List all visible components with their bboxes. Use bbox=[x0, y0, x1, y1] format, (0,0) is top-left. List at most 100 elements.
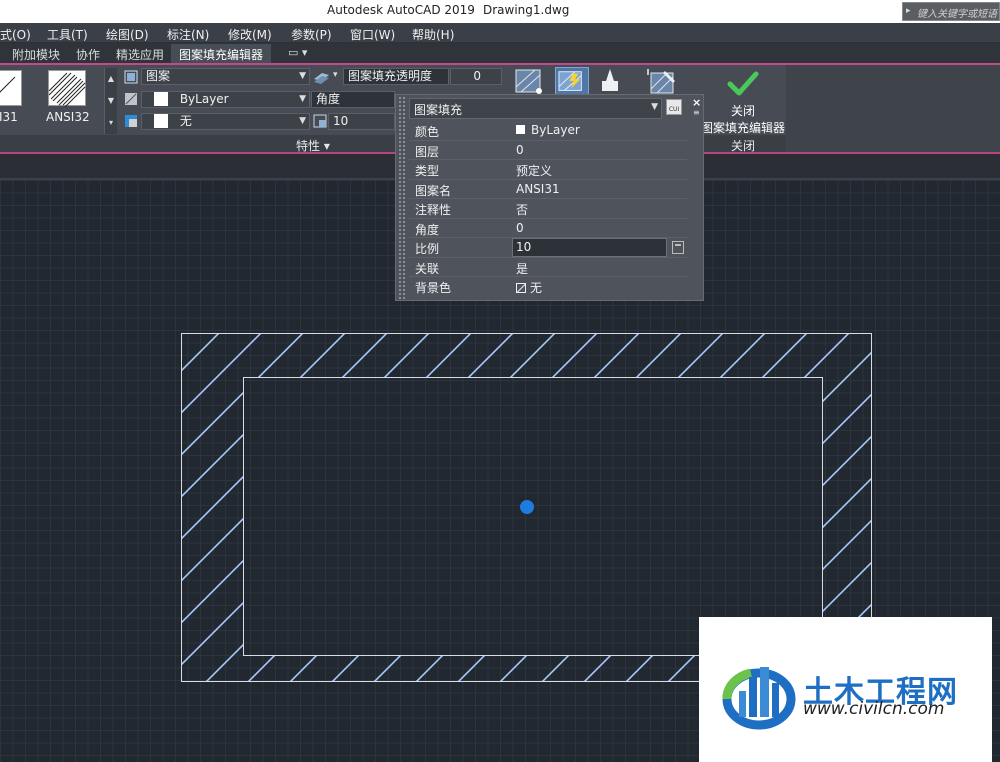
hatch-line bbox=[325, 333, 727, 682]
hatch-line bbox=[181, 333, 349, 682]
site-watermark: 土木工程网 www.civilcn.com bbox=[699, 617, 992, 762]
hatch-line bbox=[181, 333, 559, 682]
tab-addins[interactable]: 附加模块 bbox=[12, 46, 60, 63]
hatch-line bbox=[181, 333, 517, 682]
menu-tools[interactable]: 工具(T) bbox=[47, 26, 88, 43]
hatch-type-icon bbox=[124, 70, 138, 84]
property-row-associative[interactable]: 关联 是 bbox=[409, 258, 687, 277]
close-label: 关闭 bbox=[730, 104, 755, 118]
transparency-dropdown-icon[interactable]: ▾ bbox=[333, 70, 338, 80]
property-value: ANSI31 bbox=[516, 181, 560, 196]
scroll-down-icon[interactable]: ▼ bbox=[105, 90, 117, 112]
background-color-icon bbox=[125, 115, 137, 127]
tab-featured-apps[interactable]: 精选应用 bbox=[116, 46, 164, 63]
property-value: 10 bbox=[516, 240, 532, 254]
tab-collaborate[interactable]: 协作 bbox=[76, 46, 100, 63]
hatch-type-value: 图案 bbox=[146, 69, 171, 83]
property-row-annotative[interactable]: 注释性 否 bbox=[409, 199, 687, 219]
no-color-swatch-icon bbox=[154, 114, 168, 128]
scale-icon bbox=[313, 114, 327, 128]
hatch-line bbox=[283, 333, 685, 682]
calculator-icon[interactable] bbox=[672, 241, 684, 254]
pattern-ansi31-thumb[interactable] bbox=[0, 70, 22, 106]
object-type-select[interactable]: 图案填充 ▼ bbox=[409, 98, 662, 119]
ribbon-empty-area bbox=[786, 65, 1000, 153]
property-value: 0 bbox=[516, 220, 524, 235]
hatch-line bbox=[181, 333, 391, 682]
scale-value: 10 bbox=[333, 114, 349, 128]
hatch-line bbox=[181, 333, 265, 682]
menu-help[interactable]: 帮助(H) bbox=[412, 26, 454, 43]
hatch-grip-point[interactable] bbox=[520, 500, 534, 514]
close-hatch-editor-button[interactable]: 关闭 图案填充编辑器 bbox=[700, 66, 786, 136]
transparency-label-field[interactable]: 图案填充透明度 bbox=[343, 68, 449, 85]
tab-hatch-editor[interactable]: 图案填充编辑器 bbox=[171, 44, 272, 63]
inner-boundary[interactable] bbox=[243, 377, 823, 656]
menu-bar: 式(O) 工具(T) 绘图(D) 标注(N) 修改(M) 参数(P) 窗口(W)… bbox=[0, 23, 1000, 43]
property-value: 无 bbox=[530, 281, 543, 295]
hatch-line bbox=[181, 333, 433, 682]
search-placeholder: 键入关键字或短语 bbox=[917, 9, 997, 20]
property-key: 关联 bbox=[415, 261, 440, 276]
menu-parametric[interactable]: 参数(P) bbox=[291, 26, 332, 43]
property-key: 颜色 bbox=[415, 125, 440, 139]
expand-gallery-icon[interactable]: ▾ bbox=[105, 112, 117, 134]
panel-drag-handle[interactable] bbox=[398, 96, 406, 300]
property-row-color[interactable]: 颜色 ByLayer bbox=[409, 121, 687, 141]
title-bar: Autodesk AutoCAD 2019 Drawing1.dwg ▸ 键入关… bbox=[0, 0, 1000, 23]
color-swatch-icon bbox=[516, 125, 525, 134]
scroll-up-icon[interactable]: ▲ bbox=[105, 68, 117, 90]
background-color-value: 无 bbox=[179, 114, 192, 128]
no-color-swatch-icon bbox=[516, 283, 526, 293]
property-key: 图案名 bbox=[415, 183, 452, 198]
property-value: 0 bbox=[516, 142, 524, 157]
hatch-line bbox=[181, 333, 223, 682]
transparency-icon[interactable] bbox=[313, 70, 335, 84]
background-color-select[interactable]: 无 ▼ bbox=[141, 113, 310, 130]
property-row-angle[interactable]: 角度 0 bbox=[409, 219, 687, 238]
search-expand-icon[interactable]: ▸ bbox=[906, 6, 911, 16]
menu-window[interactable]: 窗口(W) bbox=[350, 26, 395, 43]
pattern-gallery-scroller[interactable]: ▲ ▼ ▾ bbox=[104, 68, 117, 134]
scale-field[interactable]: 10 bbox=[328, 113, 395, 130]
annotative-icon[interactable] bbox=[593, 67, 627, 97]
property-row-pattern-name[interactable]: 图案名 ANSI31 bbox=[409, 180, 687, 199]
associative-icon[interactable] bbox=[555, 67, 589, 97]
scale-input[interactable] bbox=[512, 238, 667, 257]
color-swatch-icon bbox=[154, 92, 168, 106]
transparency-value-field[interactable]: 0 bbox=[450, 68, 502, 85]
property-row-type[interactable]: 类型 预定义 bbox=[409, 160, 687, 180]
menu-draw[interactable]: 绘图(D) bbox=[106, 26, 149, 43]
property-key: 背景色 bbox=[415, 281, 452, 295]
close-editor-label: 图案填充编辑器 bbox=[700, 121, 785, 135]
property-row-background-color[interactable]: 背景色 无 bbox=[409, 277, 687, 297]
hatch-color-icon bbox=[125, 93, 137, 105]
property-row-scale[interactable]: 比例 10 bbox=[409, 238, 687, 258]
pattern-ansi32-thumb[interactable] bbox=[48, 70, 86, 108]
menu-modify[interactable]: 修改(M) bbox=[228, 26, 272, 43]
set-origin-icon[interactable] bbox=[513, 67, 547, 97]
hatch-color-select[interactable]: ByLayer ▼ bbox=[141, 91, 310, 108]
property-row-layer[interactable]: 图层 0 bbox=[409, 141, 687, 160]
hatch-line bbox=[199, 333, 601, 682]
civilcn-logo-icon bbox=[722, 667, 796, 730]
tab-overflow-icon[interactable]: ▭ ▾ bbox=[288, 46, 307, 59]
panel-options-icon[interactable]: ≡ bbox=[693, 108, 700, 117]
object-type-value: 图案填充 bbox=[414, 103, 463, 117]
property-key: 角度 bbox=[415, 222, 440, 237]
hatch-line bbox=[181, 333, 475, 682]
match-properties-icon[interactable] bbox=[645, 67, 679, 97]
angle-field[interactable]: 角度 bbox=[311, 91, 395, 108]
menu-format[interactable]: 式(O) bbox=[0, 26, 31, 43]
customize-cui-button[interactable]: CUI bbox=[666, 99, 682, 115]
property-key: 图层 bbox=[415, 144, 440, 159]
chevron-down-icon: ▼ bbox=[651, 102, 658, 112]
menu-dimension[interactable]: 标注(N) bbox=[167, 26, 209, 43]
hatch-type-select[interactable]: 图案 ▼ bbox=[141, 68, 310, 85]
property-value: 否 bbox=[516, 203, 529, 217]
property-key: 类型 bbox=[415, 164, 440, 178]
checkmark-icon bbox=[727, 71, 759, 96]
keyword-search-input[interactable]: ▸ 键入关键字或短语 bbox=[902, 2, 1000, 21]
property-key: 注释性 bbox=[415, 203, 452, 217]
chevron-down-icon: ▼ bbox=[299, 94, 306, 104]
